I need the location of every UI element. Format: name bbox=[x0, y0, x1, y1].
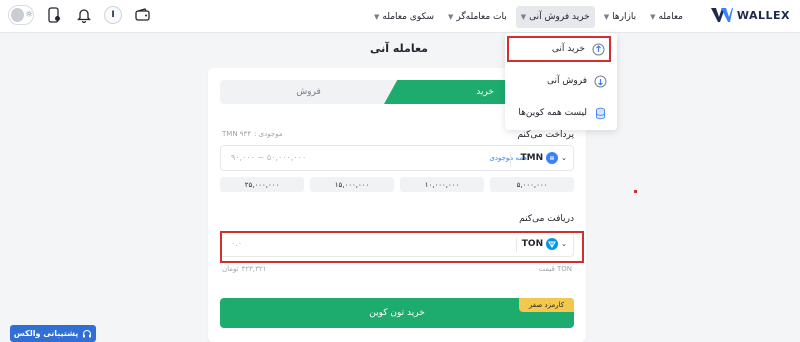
nav-item-markets[interactable]: بازارها ▼ bbox=[599, 6, 641, 28]
nav-item-trading-platform[interactable]: سکوی معامله ▼ bbox=[369, 6, 439, 28]
buy-button-label: خرید تون کوین bbox=[369, 308, 425, 318]
menu-item-instant-sell[interactable]: فروش آنی bbox=[507, 68, 611, 94]
chevron-down-icon: ▼ bbox=[448, 12, 454, 21]
logo-text: WALLEX bbox=[736, 8, 790, 22]
receive-field-highlight bbox=[220, 231, 584, 263]
nav-item-instant-trade[interactable]: خرید فروش آنی ▼ bbox=[515, 5, 595, 28]
price-value: ۳۲۳,۳۲۱ bbox=[241, 265, 267, 273]
nav-item-trade[interactable]: معامله ▼ bbox=[645, 6, 688, 28]
amount-presets: ۲۵,۰۰۰,۰۰۰ ۱۵,۰۰۰,۰۰۰ ۱۰,۰۰۰,۰۰۰ ۵,۰۰۰,۰… bbox=[220, 177, 574, 192]
wallex-logo-mark-icon bbox=[710, 8, 733, 22]
avatar[interactable]: I bbox=[104, 6, 122, 24]
chevron-down-icon: ⌄ bbox=[561, 154, 567, 162]
nav-item-label: سکوی معامله bbox=[382, 11, 434, 22]
theme-toggle[interactable]: ☼ bbox=[8, 5, 34, 25]
chevron-down-icon: ▼ bbox=[603, 12, 610, 21]
instant-buy-icon bbox=[591, 42, 605, 56]
menu-item-label: فروش آنی bbox=[547, 76, 587, 86]
preset-chip[interactable]: ۱۰,۰۰۰,۰۰۰ bbox=[400, 177, 484, 192]
pay-amount-input[interactable]: ۹۰,۰۰۰ ~ ۵۰,۰۰۰,۰۰۰ bbox=[231, 153, 306, 162]
header-icons: ☼ I bbox=[8, 5, 162, 25]
bell-icon[interactable] bbox=[74, 5, 94, 25]
chevron-down-icon: ▼ bbox=[520, 12, 527, 21]
buy-ton-button[interactable]: خرید تون کوین کارمزد صفر bbox=[220, 298, 574, 328]
tab-sell[interactable]: فروش bbox=[220, 80, 397, 104]
menu-item-coin-list[interactable]: لیست همه کوین‌ها bbox=[507, 100, 611, 126]
field-divider bbox=[510, 152, 511, 166]
nav-item-trading-bot[interactable]: بات معامله‌گر ▼ bbox=[443, 6, 512, 28]
avatar-letter: I bbox=[111, 10, 115, 20]
phone-icon[interactable] bbox=[44, 5, 64, 25]
menu-item-label: خرید آنی bbox=[551, 44, 585, 54]
support-label: پشتیبانی والکس bbox=[13, 329, 79, 338]
menu-item-instant-buy[interactable]: خرید آنی bbox=[507, 36, 611, 62]
instant-sell-icon bbox=[593, 74, 607, 88]
price-label: قیمت TON bbox=[538, 265, 572, 273]
nav-item-label: خرید فروش آنی bbox=[529, 11, 590, 22]
zero-fee-badge: کارمزد صفر bbox=[519, 298, 574, 312]
chevron-down-icon: ▼ bbox=[650, 12, 656, 21]
price-unit: تومان bbox=[222, 265, 239, 273]
preset-chip[interactable]: ۲۵,۰۰۰,۰۰۰ bbox=[220, 177, 304, 192]
toggle-knob bbox=[11, 8, 24, 22]
instant-trade-dropdown: خرید آنی فروش آنی لیست همه کوین‌ها bbox=[505, 33, 617, 130]
balance-value: ۹۳۴ TMN bbox=[222, 130, 252, 138]
receive-label: دریافت می‌کنم bbox=[519, 214, 574, 224]
nav-item-label: بازارها bbox=[612, 11, 637, 22]
pay-currency-code: TMN bbox=[520, 153, 544, 163]
toman-icon bbox=[546, 152, 559, 164]
pay-amount-field[interactable]: ۹۰,۰۰۰ ~ ۵۰,۰۰۰,۰۰۰ همه موجودی TMN ⌄ bbox=[220, 145, 574, 171]
preset-chip[interactable]: ۱۵,۰۰۰,۰۰۰ bbox=[310, 177, 394, 192]
annotation-dot bbox=[634, 190, 637, 193]
balance-label: موجودی : bbox=[254, 130, 283, 138]
pay-label: پرداخت می‌کنم bbox=[517, 130, 574, 140]
price-info: ۳۲۳,۳۲۱ تومان bbox=[222, 265, 266, 273]
coin-list-icon bbox=[593, 106, 607, 120]
preset-chip[interactable]: ۵,۰۰۰,۰۰۰ bbox=[490, 177, 574, 192]
wallet-icon[interactable] bbox=[132, 5, 152, 25]
sun-icon: ☼ bbox=[24, 10, 33, 20]
nav-item-label: بات معامله‌گر bbox=[456, 11, 507, 22]
page-title: معامله آنی bbox=[370, 42, 428, 55]
chevron-down-icon: ▼ bbox=[374, 12, 380, 21]
support-button[interactable]: پشتیبانی والکس bbox=[10, 325, 96, 342]
wallex-logo[interactable]: WALLEX bbox=[710, 8, 790, 22]
headset-icon bbox=[82, 329, 92, 339]
menu-item-label: لیست همه کوین‌ها bbox=[518, 108, 587, 118]
main-nav: معامله ▼ بازارها ▼ خرید فروش آنی ▼ بات م… bbox=[365, 0, 688, 33]
top-header: WALLEX معامله ▼ بازارها ▼ خرید فروش آنی … bbox=[0, 0, 800, 33]
pay-currency-select[interactable]: TMN ⌄ bbox=[518, 151, 567, 165]
nav-item-label: معامله bbox=[658, 11, 683, 22]
balance-info: موجودی : ۹۳۴ TMN bbox=[222, 130, 283, 138]
